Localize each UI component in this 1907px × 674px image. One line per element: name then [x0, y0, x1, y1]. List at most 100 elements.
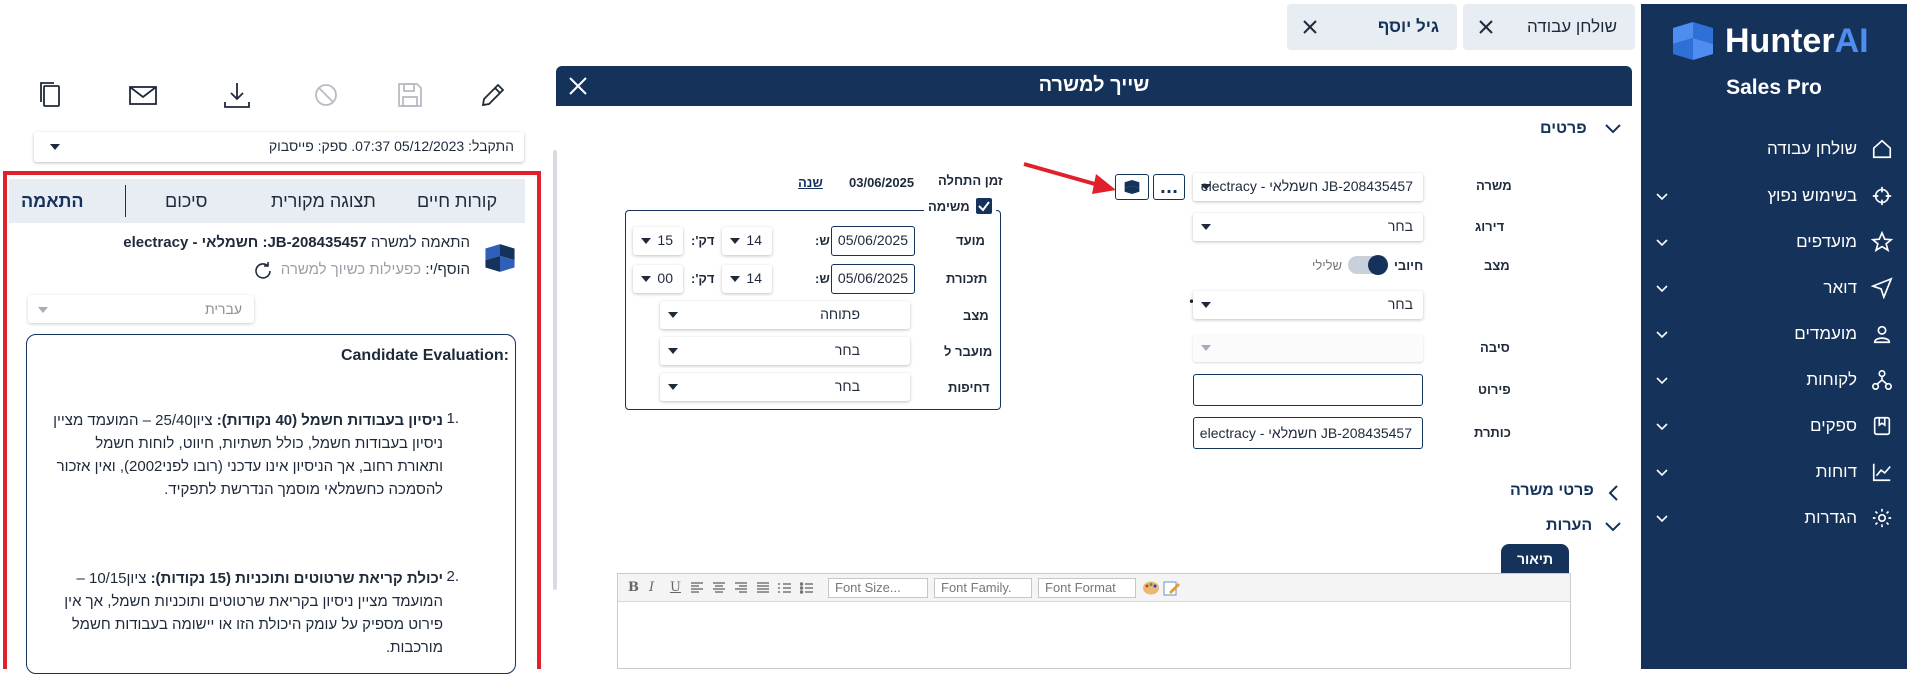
person-icon: [1873, 325, 1891, 344]
chevron-down-icon: [730, 238, 740, 244]
bullet-list-icon[interactable]: [800, 582, 814, 594]
task-legend: משימה: [924, 198, 996, 214]
copy-icon[interactable]: [36, 80, 66, 110]
reason-rating-select[interactable]: בחר: [1193, 291, 1423, 319]
modal-header: שייך למשרה: [556, 66, 1632, 106]
evaluation-title: Candidate Evaluation:: [340, 347, 509, 364]
chevron-left-icon[interactable]: [1606, 484, 1620, 502]
tab-match[interactable]: התאמה: [21, 191, 84, 212]
label-start-time: זמן התחלה: [938, 173, 1003, 188]
label-reminder: תזכורת: [946, 271, 988, 286]
received-info-select[interactable]: התקבל: 05/12/2023 07:37. ספק: פייסבוק: [34, 132, 524, 162]
eval-item-number: 1.: [446, 410, 459, 427]
detail-input[interactable]: [1193, 374, 1423, 406]
transferred-to-select[interactable]: בחר: [660, 337, 910, 365]
chevron-down-icon: [38, 307, 48, 313]
match-job[interactable]: JB-208435457: חשמלאי - electracy: [123, 234, 366, 251]
font-format-select[interactable]: Font Format: [1038, 578, 1136, 598]
chevron-down-icon: [1656, 469, 1668, 477]
hunterai-logo-icon: [485, 244, 515, 272]
close-icon[interactable]: [1301, 18, 1319, 36]
underline-icon[interactable]: U: [670, 580, 681, 595]
sidebar-item-label: ספקים: [1810, 416, 1857, 435]
block-icon[interactable]: [311, 80, 341, 110]
reminder-date-input[interactable]: 05/06/2025: [831, 264, 915, 294]
align-justify-icon[interactable]: [756, 582, 770, 594]
align-left-icon[interactable]: [690, 582, 704, 594]
sidebar-item-reports[interactable]: דוחות: [1641, 452, 1907, 492]
urgency-select[interactable]: בחר: [660, 373, 910, 401]
section-notes[interactable]: הערות: [1546, 517, 1592, 535]
sidebar-item-common[interactable]: בשימוש נפוץ: [1641, 176, 1907, 216]
sidebar-item-suppliers[interactable]: ספקים: [1641, 406, 1907, 446]
headline-input[interactable]: JB-208435457 חשמלאי - electracy: [1193, 417, 1423, 449]
font-size-select[interactable]: Font Size...: [828, 578, 928, 598]
sidebar-item-workspace[interactable]: שולחן עבודה: [1641, 129, 1907, 169]
eval-item-heading: יכולת קריאת שרטוטים ותוכניות (15 נקודות)…: [150, 570, 443, 587]
reminder-hour-select[interactable]: 14: [722, 265, 772, 293]
headline-value: JB-208435457 חשמלאי - electracy: [1199, 425, 1412, 441]
network-icon: [1872, 370, 1892, 390]
label-task: משימה: [928, 198, 970, 214]
download-icon[interactable]: [222, 80, 252, 110]
tab-candidate[interactable]: גיל יוסף: [1287, 4, 1457, 50]
chevron-down-icon: [730, 276, 740, 282]
edit-source-icon[interactable]: [1163, 580, 1181, 596]
align-right-icon[interactable]: [734, 582, 748, 594]
transferred-to-value: בחר: [834, 342, 860, 358]
link-job-button[interactable]: [1115, 174, 1149, 200]
section-details[interactable]: פרטים: [1540, 120, 1587, 138]
due-hour-value: 14: [746, 232, 762, 248]
editor-toolbar: B I U Font Size... Font Family. Font For…: [618, 574, 1570, 602]
description-editor[interactable]: B I U Font Size... Font Family. Font For…: [617, 573, 1571, 669]
reason-select[interactable]: [1193, 334, 1423, 362]
more-button[interactable]: ...: [1153, 174, 1185, 200]
sidebar: HunterAI Sales Pro שולחן עבודה בשימוש נפ…: [1641, 4, 1907, 669]
year-link[interactable]: שנה: [798, 175, 823, 190]
sidebar-item-label: מועמדים: [1794, 324, 1857, 343]
reminder-minute-select[interactable]: 00: [633, 265, 683, 293]
chevron-down-icon: [1656, 239, 1668, 247]
tab-original-view[interactable]: תצוגה מקורית: [271, 191, 376, 212]
sidebar-item-mail[interactable]: דואר: [1641, 268, 1907, 308]
italic-icon[interactable]: I: [649, 580, 654, 595]
added-by-label: הוסף/י:: [425, 260, 470, 278]
chevron-down-icon: [1201, 345, 1211, 351]
close-icon[interactable]: [566, 74, 590, 98]
due-date-input[interactable]: 05/06/2025: [831, 226, 915, 256]
task-checkbox[interactable]: [975, 198, 992, 214]
align-center-icon[interactable]: [712, 582, 726, 594]
label-minute: דק':: [691, 271, 715, 286]
bold-icon[interactable]: B: [628, 580, 639, 595]
added-by-options[interactable]: כפעילות כשיוך למשרה: [281, 261, 421, 278]
save-icon[interactable]: [395, 80, 425, 110]
due-minute-select[interactable]: 15: [633, 227, 683, 255]
chevron-down-icon[interactable]: [1604, 122, 1622, 136]
ordered-list-icon[interactable]: [778, 582, 792, 594]
rating-select[interactable]: בחר: [1193, 213, 1423, 241]
language-select[interactable]: עברית: [28, 295, 254, 323]
tab-description[interactable]: תיאור: [1501, 544, 1569, 574]
color-palette-icon[interactable]: [1142, 580, 1160, 596]
refresh-icon[interactable]: [253, 260, 273, 280]
mail-icon[interactable]: [128, 80, 158, 110]
task-status-select[interactable]: פתוחה: [660, 301, 910, 329]
edit-icon[interactable]: [478, 80, 508, 110]
tab-resume[interactable]: קורות חיים: [417, 191, 497, 212]
label-headline: כותרת: [1474, 425, 1511, 440]
close-icon[interactable]: [1477, 18, 1495, 36]
label-hour: ש:: [815, 233, 830, 248]
chevron-down-icon[interactable]: [1604, 520, 1622, 534]
due-hour-select[interactable]: 14: [722, 227, 772, 255]
job-select[interactable]: JB-208435457 חשמלאי - electracy: [1193, 173, 1423, 201]
sidebar-item-favorites[interactable]: מועדפים: [1641, 222, 1907, 262]
scrollbar[interactable]: [553, 150, 557, 590]
tab-summary[interactable]: סיכום: [165, 191, 207, 212]
sidebar-item-candidates[interactable]: מועמדים: [1641, 314, 1907, 354]
section-job-details[interactable]: פרטי משרה: [1510, 482, 1594, 500]
tab-workspace[interactable]: שולחן עבודה: [1463, 4, 1635, 50]
font-family-select[interactable]: Font Family.: [934, 578, 1032, 598]
sidebar-item-settings[interactable]: הגדרות: [1641, 498, 1907, 538]
status-toggle[interactable]: [1348, 255, 1388, 275]
sidebar-item-customers[interactable]: לקוחות: [1641, 360, 1907, 400]
